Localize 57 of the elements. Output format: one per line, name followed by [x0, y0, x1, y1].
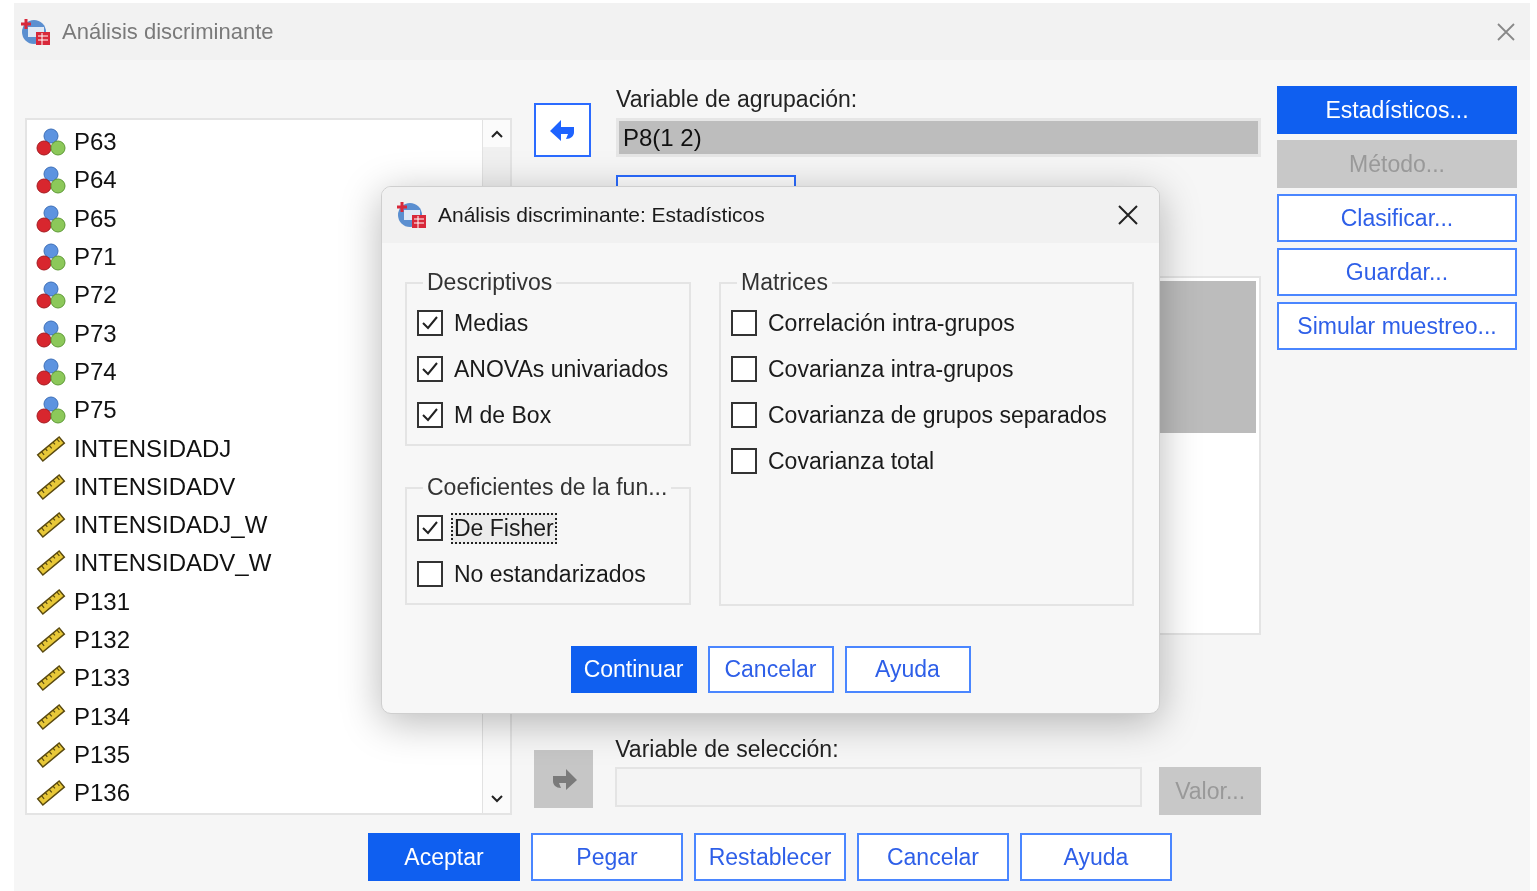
- checkbox-label[interactable]: Covarianza intra-grupos: [765, 353, 1017, 385]
- group-title: Matrices: [740, 269, 829, 296]
- window-title: Análisis discriminante: [62, 18, 275, 45]
- checkbox-label[interactable]: ANOVAs univariados: [451, 353, 672, 385]
- app-icon: [396, 200, 428, 230]
- dialog-button[interactable]: Guardar...: [1277, 248, 1517, 296]
- checkbox-label[interactable]: Medias: [451, 307, 532, 339]
- variable-item[interactable]: P133: [35, 659, 482, 698]
- dialog-button[interactable]: Cancelar: [707, 646, 834, 693]
- nominal-variable-icon: [35, 165, 67, 196]
- dialog-button[interactable]: Pegar: [531, 833, 683, 881]
- close-icon[interactable]: [1117, 204, 1139, 226]
- nominal-variable-icon: [35, 203, 67, 234]
- dialog-button[interactable]: Restablecer: [694, 833, 846, 881]
- dialog-button[interactable]: Simular muestreo...: [1277, 302, 1517, 350]
- checkbox[interactable]: [731, 448, 757, 474]
- nominal-variable-icon: [35, 356, 67, 387]
- variable-item[interactable]: P135: [35, 735, 482, 775]
- app-icon: [20, 16, 52, 47]
- nominal-variable-icon: [35, 127, 67, 158]
- nominal-variable-icon: [35, 318, 67, 349]
- dialog-button[interactable]: Cancelar: [857, 833, 1009, 881]
- dialog-button[interactable]: Estadísticos...: [1277, 86, 1517, 134]
- group-title: Descriptivos: [426, 269, 554, 296]
- checkbox[interactable]: [731, 356, 757, 382]
- grouping-variable-label: Variable de agrupación:: [616, 86, 859, 112]
- checkbox-label[interactable]: Correlación intra-grupos: [765, 307, 1018, 339]
- checkbox[interactable]: [417, 310, 443, 336]
- checkbox-label[interactable]: M de Box: [451, 399, 555, 431]
- checkbox[interactable]: [417, 515, 443, 541]
- dialog-button[interactable]: Continuar: [570, 646, 697, 693]
- selection-variable-label: Variable de selección:: [615, 736, 840, 762]
- dialog-button[interactable]: Aceptar: [368, 833, 520, 881]
- checkbox-label[interactable]: Covarianza total: [765, 445, 938, 477]
- move-variable-button[interactable]: [534, 103, 591, 157]
- checkbox-label[interactable]: Covarianza de grupos separados: [765, 399, 1110, 431]
- dialog-title: Análisis discriminante: Estadísticos: [438, 203, 766, 227]
- dialog-button[interactable]: Ayuda: [844, 646, 971, 693]
- checkbox[interactable]: [417, 402, 443, 428]
- nominal-variable-icon: [35, 395, 67, 426]
- nominal-variable-icon: [35, 242, 67, 273]
- variable-item[interactable]: P63: [35, 123, 482, 162]
- variable-item[interactable]: INTENSIDADJ: [35, 429, 482, 468]
- checkbox[interactable]: [417, 561, 443, 587]
- group-title: Coeficientes de la fun...: [426, 474, 669, 501]
- dialog-button[interactable]: Clasificar...: [1277, 194, 1517, 242]
- nominal-variable-icon: [35, 280, 67, 311]
- checkbox-label[interactable]: De Fisher: [451, 512, 557, 544]
- variable-item[interactable]: P64: [35, 161, 482, 200]
- variable-item[interactable]: P136: [35, 774, 482, 813]
- checkbox[interactable]: [417, 356, 443, 382]
- checkbox[interactable]: [731, 402, 757, 428]
- variable-item[interactable]: P134: [35, 697, 482, 736]
- variable-item[interactable]: P132: [35, 620, 482, 660]
- grouping-variable-field[interactable]: P8(1 2): [616, 118, 1261, 157]
- checkbox[interactable]: [731, 310, 757, 336]
- dialog-button[interactable]: Ayuda: [1020, 833, 1172, 881]
